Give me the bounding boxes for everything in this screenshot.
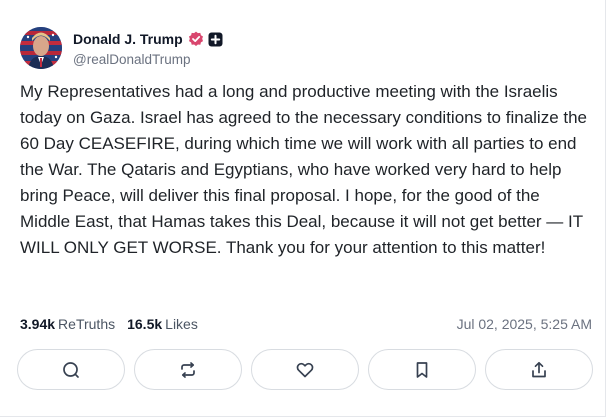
likes-count[interactable]: 16.5k <box>127 316 162 332</box>
retruths-label[interactable]: ReTruths <box>58 316 115 332</box>
like-icon <box>295 360 315 380</box>
like-button[interactable] <box>251 349 359 390</box>
share-icon <box>529 360 549 380</box>
name-row: Donald J. Trump <box>73 29 223 49</box>
post-timestamp[interactable]: Jul 02, 2025, 5:25 AM <box>457 316 592 332</box>
display-name[interactable]: Donald J. Trump <box>73 31 183 47</box>
avatar[interactable] <box>20 27 62 69</box>
post-stats: 3.94k ReTruths 16.5k Likes Jul 02, 2025,… <box>20 314 592 334</box>
author-names: Donald J. Trump @realDonaldTrump <box>73 29 223 67</box>
post-header: Donald J. Trump @realDonaldTrump <box>20 26 223 70</box>
retruth-button[interactable] <box>134 349 242 390</box>
post-body: My Representatives had a long and produc… <box>20 82 588 257</box>
verified-badge-icon <box>188 31 204 47</box>
bookmark-button[interactable] <box>368 349 476 390</box>
retruth-icon <box>178 360 198 380</box>
reply-icon <box>61 360 81 380</box>
post-card: Donald J. Trump @realDonaldTrump My Repr… <box>0 0 606 417</box>
retruths-count[interactable]: 3.94k <box>20 316 55 332</box>
plus-badge-icon <box>208 32 223 47</box>
action-bar <box>17 349 593 390</box>
likes-label[interactable]: Likes <box>165 316 198 332</box>
bookmark-icon <box>412 360 432 380</box>
user-handle[interactable]: @realDonaldTrump <box>73 52 223 67</box>
share-button[interactable] <box>485 349 593 390</box>
reply-button[interactable] <box>17 349 125 390</box>
